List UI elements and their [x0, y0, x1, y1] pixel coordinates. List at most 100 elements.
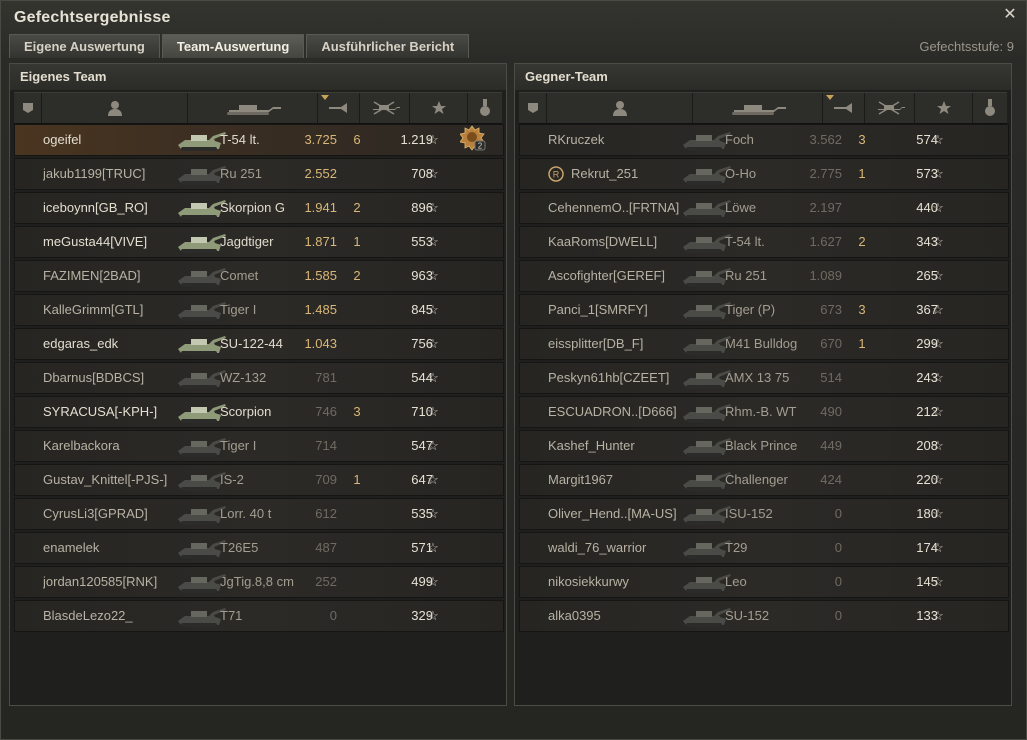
medal-column-header[interactable]	[468, 93, 502, 123]
star-icon	[936, 101, 951, 114]
damage-value: 2.775	[809, 166, 842, 181]
squad-column-header[interactable]	[14, 93, 42, 123]
star-icon: ☆	[932, 506, 944, 521]
kills-value: 1	[353, 472, 361, 487]
kills-value: 1	[858, 336, 866, 351]
damage-value: 612	[315, 506, 337, 521]
medal-icon: 2	[459, 125, 486, 151]
table-row[interactable]: SYRACUSA[-KPH-] Scorpion 746 3 710 ☆	[14, 396, 504, 428]
player-column-header[interactable]	[547, 93, 693, 123]
player-name: Kashef_Hunter	[548, 438, 635, 453]
player-name: CyrusLi3[GPRAD]	[43, 506, 148, 521]
destroyed-tank-icon	[372, 101, 400, 115]
player-name: Dbarnus[BDBCS]	[43, 370, 145, 385]
vehicle-column-header[interactable]	[693, 93, 823, 123]
kills-value	[345, 329, 369, 359]
table-row[interactable]: R Rekrut_251 O-Ho 2.775 1 573 ☆	[519, 158, 1009, 190]
medal-column-header[interactable]	[973, 93, 1007, 123]
kills-value	[850, 567, 874, 597]
table-row[interactable]: Margit1967 Challenger 424 220 ☆	[519, 464, 1009, 496]
table-row[interactable]: CehennemO..[FRTNA] Löwe 2.197 440 ☆	[519, 192, 1009, 224]
kills-column-header[interactable]	[865, 93, 915, 123]
xp-column-header[interactable]	[410, 93, 468, 123]
enemy-team-column-headers	[519, 92, 1007, 124]
damage-icon	[328, 103, 347, 113]
table-row[interactable]: Kashef_Hunter Black Prince 449 208 ☆	[519, 430, 1009, 462]
player-name: nikosiekkurwy	[548, 574, 629, 589]
sort-indicator-icon	[321, 95, 329, 100]
star-icon: ☆	[427, 234, 439, 249]
star-icon: ☆	[932, 302, 944, 317]
table-row[interactable]: Karelbackora Tiger I 714 547 ☆	[14, 430, 504, 462]
table-row[interactable]: ESCUADRON..[D666] Rhm.-B. WT 490 212 ☆	[519, 396, 1009, 428]
table-row[interactable]: jordan120585[RNK] JgTig.8,8 cm 252 499 ☆	[14, 566, 504, 598]
close-icon[interactable]: ✕	[1002, 7, 1018, 23]
star-icon: ☆	[427, 132, 439, 147]
star-icon: ☆	[427, 506, 439, 521]
damage-value: 2.552	[304, 166, 337, 181]
tab-eigene-auswertung[interactable]: Eigene Auswertung	[9, 34, 160, 58]
tab-team-auswertung[interactable]: Team-Auswertung	[161, 34, 305, 58]
table-row[interactable]: FAZIMEN[2BAD] Comet 1.585 2 963 ☆	[14, 260, 504, 292]
star-icon: ☆	[932, 132, 944, 147]
xp-column-header[interactable]	[915, 93, 973, 123]
damage-column-header[interactable]	[318, 93, 360, 123]
star-icon: ☆	[427, 404, 439, 419]
table-row[interactable]: edgaras_edk SU-122-44 1.043 756 ☆	[14, 328, 504, 360]
player-name: CehennemO..[FRTNA]	[548, 200, 680, 215]
table-row[interactable]: enamelek T26E5 487 571 ☆	[14, 532, 504, 564]
player-name: Ascofighter[GEREF]	[548, 268, 666, 283]
table-row[interactable]: BlasdeLezo22_ T71 0 329 ☆	[14, 600, 504, 632]
table-row[interactable]: iceboynn[GB_RO] Skorpion G 1.941 2 896 ☆	[14, 192, 504, 224]
player-name: iceboynn[GB_RO]	[43, 200, 148, 215]
table-row[interactable]: Oliver_Hend..[MA-US] ISU-152 0 180 ☆	[519, 498, 1009, 530]
player-name: RKruczek	[548, 132, 605, 147]
player-name: FAZIMEN[2BAD]	[43, 268, 141, 283]
damage-column-header[interactable]	[823, 93, 865, 123]
squad-column-header[interactable]	[519, 93, 547, 123]
star-icon: ☆	[427, 574, 439, 589]
table-row[interactable]: KaaRoms[DWELL] T-54 lt. 1.627 2 343 ☆	[519, 226, 1009, 258]
kills-value	[345, 431, 369, 461]
medal-badge[interactable]: 2	[459, 125, 486, 155]
table-row[interactable]: RKruczek Foch 3.562 3 574 ☆	[519, 124, 1009, 156]
table-row[interactable]: Ascofighter[GEREF] Ru 251 1.089 265 ☆	[519, 260, 1009, 292]
star-icon: ☆	[427, 472, 439, 487]
kills-value	[345, 601, 369, 631]
table-row[interactable]: Peskyn61hb[CZEET] AMX 13 75 514 243 ☆	[519, 362, 1009, 394]
table-row[interactable]: jakub1199[TRUC] Ru 251 2.552 708 ☆	[14, 158, 504, 190]
star-icon: ☆	[932, 234, 944, 249]
squad-icon	[527, 103, 538, 113]
battle-results-window: Gefechtsergebnisse ✕ Eigene Auswertung T…	[0, 0, 1027, 740]
kills-column-header[interactable]	[360, 93, 410, 123]
player-name: KaaRoms[DWELL]	[548, 234, 658, 249]
tab-ausfuehrlicher-bericht[interactable]: Ausführlicher Bericht	[306, 34, 470, 58]
table-row[interactable]: Panci_1[SMRFY] Tiger (P) 673 3 367 ☆	[519, 294, 1009, 326]
player-name: Gustav_Knittel[-PJS-]	[43, 472, 168, 487]
table-row[interactable]: alka0395 SU-152 0 133 ☆	[519, 600, 1009, 632]
star-icon: ☆	[932, 370, 944, 385]
table-row[interactable]: waldi_76_warrior T29 0 174 ☆	[519, 532, 1009, 564]
medal-icon	[985, 99, 995, 116]
table-row[interactable]: KalleGrimm[GTL] Tiger I 1.485 845 ☆	[14, 294, 504, 326]
table-row[interactable]: Gustav_Knittel[-PJS-] IS-2 709 1 647 ☆	[14, 464, 504, 496]
damage-icon	[833, 103, 852, 113]
kills-value: 2	[353, 200, 361, 215]
table-row[interactable]: nikosiekkurwy Leo 0 145 ☆	[519, 566, 1009, 598]
table-row[interactable]: ogeifel T-54 lt. 3.725 6 1.219 ☆ 2	[14, 124, 504, 156]
kills-value	[345, 295, 369, 325]
kills-value	[850, 363, 874, 393]
star-icon: ☆	[427, 608, 439, 623]
player-column-header[interactable]	[42, 93, 188, 123]
kills-value: 2	[353, 268, 361, 283]
table-row[interactable]: CyrusLi3[GPRAD] Lorr. 40 t 612 535 ☆	[14, 498, 504, 530]
vehicle-column-header[interactable]	[188, 93, 318, 123]
damage-value: 449	[820, 438, 842, 453]
table-row[interactable]: eissplitter[DB_F] M41 Bulldog 670 1 299 ☆	[519, 328, 1009, 360]
damage-value: 2.197	[809, 200, 842, 215]
star-icon: ☆	[427, 540, 439, 555]
table-row[interactable]: Dbarnus[BDBCS] WZ-132 781 544 ☆	[14, 362, 504, 394]
kills-value	[850, 533, 874, 563]
star-icon	[431, 101, 446, 114]
table-row[interactable]: meGusta44[VIVE] Jagdtiger 1.871 1 553 ☆	[14, 226, 504, 258]
